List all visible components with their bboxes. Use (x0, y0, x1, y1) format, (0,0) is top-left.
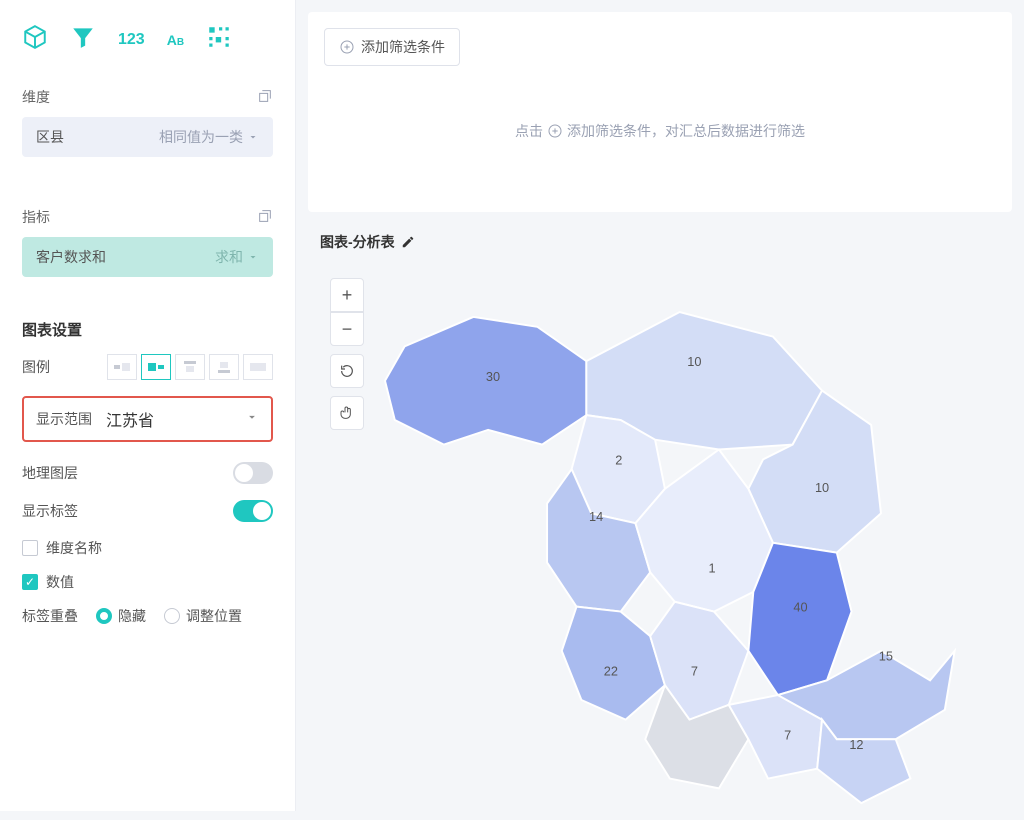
overlap-adjust-radio[interactable] (164, 608, 180, 624)
scope-label: 显示范围 (36, 409, 92, 429)
value-checkbox[interactable]: ✓ (22, 574, 38, 590)
legend-pos-1[interactable] (107, 354, 137, 380)
zoom-in-button[interactable]: + (330, 278, 364, 312)
dimension-name-checkbox-row[interactable]: 维度名称 (22, 538, 273, 558)
plus-circle-icon (339, 39, 355, 55)
geo-layer-toggle[interactable] (233, 462, 273, 484)
dimension-name-checkbox[interactable] (22, 540, 38, 556)
overlap-hide-radio[interactable] (96, 608, 112, 624)
plus-circle-icon (547, 123, 563, 139)
legend-row: 图例 (22, 354, 273, 380)
pan-button[interactable] (330, 396, 364, 430)
region-label: 2 (615, 452, 622, 467)
show-label-row: 显示标签 (22, 500, 273, 522)
number-icon[interactable]: 123 (118, 31, 145, 49)
dimension-header-icon[interactable] (257, 88, 273, 107)
funnel-icon[interactable] (70, 24, 96, 55)
region-label: 1 (709, 560, 716, 575)
edit-icon[interactable] (401, 235, 415, 249)
reset-button[interactable] (330, 354, 364, 388)
metric-chip-label: 客户数求和 (36, 247, 106, 267)
overlap-adjust-option[interactable]: 调整位置 (164, 606, 242, 626)
filter-hint: 点击 添加筛选条件，对汇总后数据进行筛选 (324, 66, 996, 196)
dimension-name-label: 维度名称 (46, 538, 102, 558)
legend-pos-4[interactable] (209, 354, 239, 380)
geo-layer-label: 地理图层 (22, 463, 78, 483)
label-overlap-label: 标签重叠 (22, 606, 78, 626)
zoom-out-button[interactable]: − (330, 312, 364, 346)
region-label: 30 (486, 369, 500, 384)
region-label: 7 (691, 663, 698, 678)
dimension-header-label: 维度 (22, 87, 50, 107)
legend-options (107, 354, 273, 380)
metric-header: 指标 (22, 207, 273, 227)
filter-bar: 添加筛选条件 点击 添加筛选条件，对汇总后数据进行筛选 (308, 12, 1012, 212)
scope-select-value[interactable]: 江苏省 (106, 407, 231, 431)
metric-header-label: 指标 (22, 207, 50, 227)
metric-chip-right: 求和 (215, 247, 243, 267)
metric-header-icon[interactable] (257, 208, 273, 227)
region-label: 12 (849, 737, 863, 752)
chart-title: 图表-分析表 (320, 232, 395, 252)
label-overlap-row: 标签重叠 隐藏 调整位置 (22, 606, 273, 626)
region-label: 10 (815, 480, 829, 495)
dimension-header: 维度 (22, 87, 273, 107)
main-area: 添加筛选条件 点击 添加筛选条件，对汇总后数据进行筛选 图表-分析表 + − (296, 0, 1024, 811)
legend-pos-5[interactable] (243, 354, 273, 380)
add-filter-button-label: 添加筛选条件 (361, 37, 445, 57)
map-area[interactable]: + − (320, 258, 1000, 808)
legend-pos-3[interactable] (175, 354, 205, 380)
value-checkbox-row[interactable]: ✓ 数值 (22, 572, 273, 592)
chart-title-row: 图表-分析表 (320, 232, 1000, 252)
add-filter-button[interactable]: 添加筛选条件 (324, 28, 460, 66)
overlap-hide-option[interactable]: 隐藏 (96, 606, 146, 626)
filter-hint-prefix: 点击 (515, 121, 543, 141)
geo-layer-row: 地理图层 (22, 462, 273, 484)
region-label: 7 (784, 727, 791, 742)
legend-label: 图例 (22, 357, 50, 377)
map-svg[interactable]: 30 10 2 14 10 1 40 22 7 15 7 12 (320, 258, 1000, 808)
overlap-hide-text: 隐藏 (118, 606, 146, 626)
region-label: 22 (604, 663, 618, 678)
scope-row[interactable]: 显示范围 江苏省 (22, 396, 273, 442)
chart-panel: 图表-分析表 + − (308, 224, 1012, 820)
metric-chip[interactable]: 客户数求和 求和 (22, 237, 273, 277)
overlap-adjust-text: 调整位置 (186, 606, 242, 626)
chevron-down-icon (245, 410, 259, 429)
data-type-icons: 123 AB (0, 0, 295, 73)
cube-icon[interactable] (22, 24, 48, 55)
filter-hint-mid: 添加筛选条件，对汇总后数据进行筛选 (567, 121, 805, 141)
value-label: 数值 (46, 572, 74, 592)
region-label: 14 (589, 509, 603, 524)
sidebar: 123 AB 维度 区县 相同值为一类 指标 客户数求和 (0, 0, 296, 811)
text-ab-icon[interactable]: AB (167, 32, 184, 48)
dimension-chip-right: 相同值为一类 (159, 127, 243, 147)
show-label-toggle[interactable] (233, 500, 273, 522)
chart-settings-title: 图表设置 (22, 319, 273, 340)
dimension-chip[interactable]: 区县 相同值为一类 (22, 117, 273, 157)
region-label: 10 (687, 354, 701, 369)
qr-icon[interactable] (206, 24, 232, 55)
region-label: 40 (793, 600, 807, 615)
show-label-label: 显示标签 (22, 501, 78, 521)
region-label: 15 (879, 649, 893, 664)
map-controls: + − (330, 278, 364, 430)
dimension-chip-label: 区县 (36, 127, 64, 147)
legend-pos-2[interactable] (141, 354, 171, 380)
chevron-down-icon (247, 251, 259, 263)
chevron-down-icon (247, 131, 259, 143)
